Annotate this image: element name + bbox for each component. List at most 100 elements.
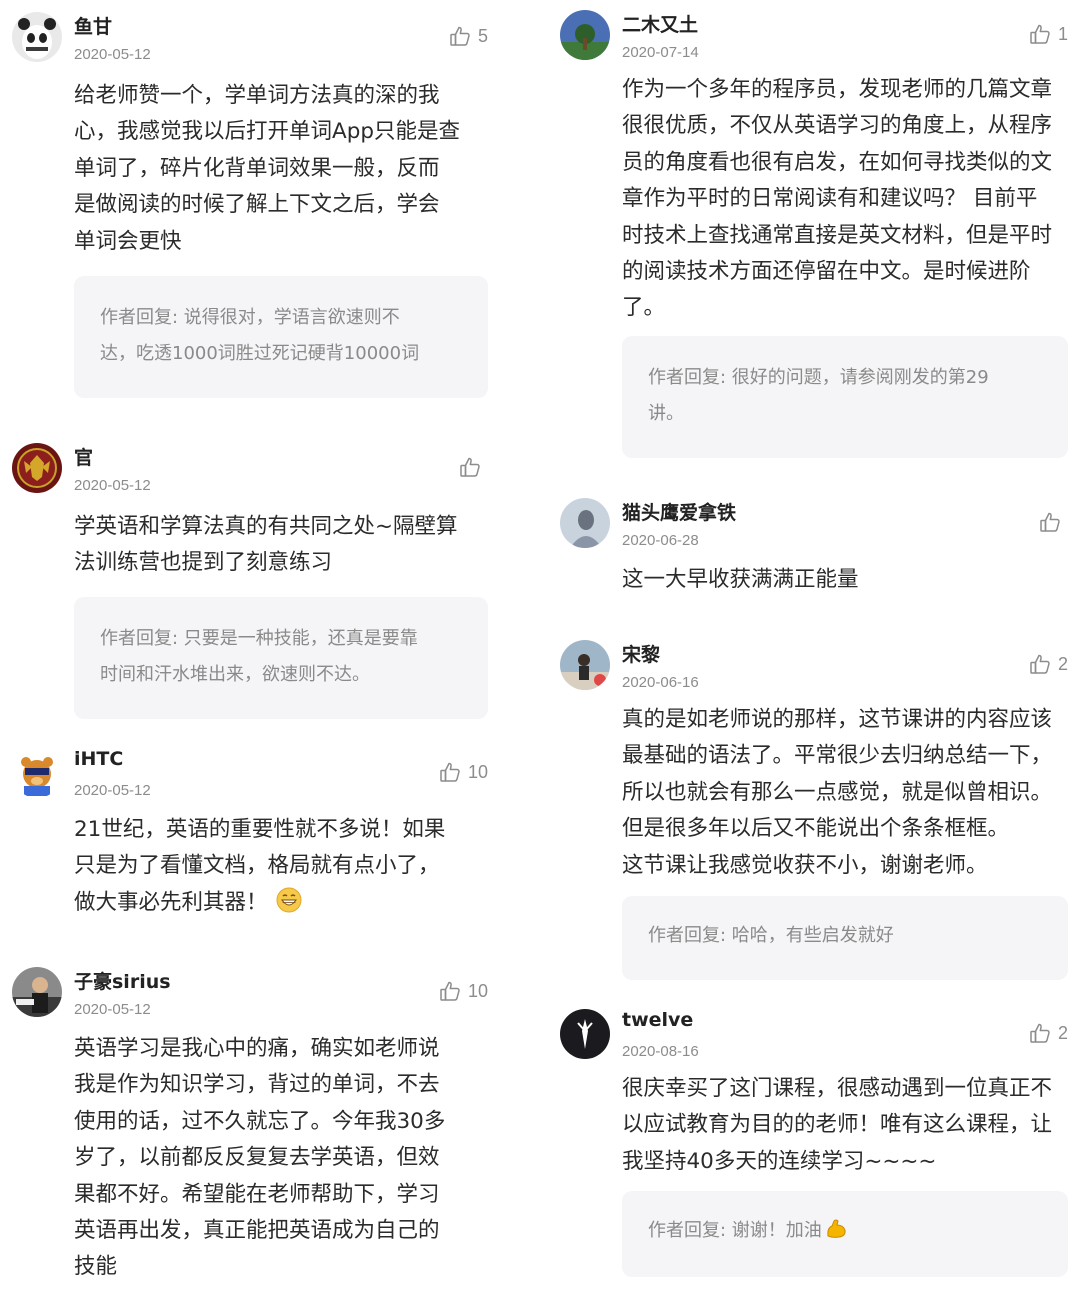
reply-line: 达，吃透1000词胜过死记硬背10000词 <box>100 343 420 364</box>
comment-text: 这一大早收获满满正能量 <box>622 562 859 598</box>
reply-line: 作者回复: 只要是一种技能，还真是要靠 <box>100 628 418 649</box>
comment-line: 做大事必先利其器！ <box>74 885 445 925</box>
comment-date: 2020-05-12 <box>74 477 151 494</box>
comment-date: 2020-05-12 <box>74 1001 151 1018</box>
author-reply: 作者回复: 谢谢！加油 <box>622 1191 1068 1277</box>
comment-line: 这一大早收获满满正能量 <box>622 567 859 592</box>
thumbs-up-icon <box>438 760 462 784</box>
comment-line: 我是作为知识学习，背过的单词，不去 <box>74 1072 440 1098</box>
comment-line: 果都不好。希望能在老师帮助下，学习 <box>74 1181 440 1207</box>
avatar[interactable] <box>12 443 62 493</box>
thumbs-up-icon <box>1028 652 1052 676</box>
comment-line: 法训练营也提到了刻意练习 <box>74 550 333 576</box>
avatar[interactable] <box>560 10 610 60</box>
author-reply: 作者回复: 很好的问题，请参阅刚发的第29 讲。 <box>622 336 1068 458</box>
comment-text: 很庆幸买了这门课程，很感动遇到一位真正不 以应试教育为目的的老师！唯有这么课程，… <box>622 1071 1052 1180</box>
comment-line: 21世纪，英语的重要性就不多说！如果 <box>74 817 446 842</box>
comment-line: 英语再出发，真正能把英语成为自己的 <box>74 1218 440 1244</box>
comment-text: 作为一个多年的程序员，发现老师的几篇文章 很很优质，不仅从英语学习的角度上，从程… <box>622 72 1052 327</box>
thumbs-up-icon <box>1028 22 1052 46</box>
like-count: 2 <box>1058 653 1069 674</box>
comment-date: 2020-05-12 <box>74 46 151 63</box>
reply-line: 作者回复: 哈哈，有些启发就好 <box>648 925 894 946</box>
username[interactable]: 宋黎 <box>622 640 660 667</box>
comment-date: 2020-06-16 <box>622 674 699 691</box>
like-button[interactable]: 10 <box>438 979 488 1003</box>
avatar[interactable] <box>560 498 610 548</box>
comment-line: 但是很多年以后又不能说出个条条框框。 <box>622 816 1010 842</box>
flexed-biceps-emoji-icon <box>824 1216 848 1253</box>
comment-text: 给老师赞一个，学单词方法真的深的我 心，我感觉我以后打开单词App只能是查 单词… <box>74 78 460 260</box>
avatar[interactable] <box>560 1009 610 1059</box>
like-button[interactable]: 5 <box>448 24 488 48</box>
reply-line: 作者回复: 谢谢！加油 <box>648 1213 1042 1253</box>
reply-line: 讲。 <box>648 403 684 424</box>
reply-line: 时间和汗水堆出来，欲速则不达。 <box>100 664 370 685</box>
like-button[interactable]: 1 <box>1028 22 1068 46</box>
comment-line: 了。 <box>622 295 666 321</box>
comment-line: 很庆幸买了这门课程，很感动遇到一位真正不 <box>622 1076 1053 1101</box>
comment-text: 真的是如老师说的那样，这节课讲的内容应该 最基础的语法了。平常很少去归纳总结一下… <box>622 702 1052 884</box>
comment-line: 学英语和学算法真的有共同之处~隔壁算 <box>74 514 458 539</box>
comment-line: 单词了，碎片化背单词效果一般，反而 <box>74 155 440 181</box>
comment-date: 2020-07-14 <box>622 44 699 61</box>
username[interactable]: 猫头鹰爱拿铁 <box>622 498 736 525</box>
comment-line: 章作为平时的日常阅读有和建议吗？ 目前平 <box>622 186 1038 212</box>
comment-line: 以应试教育为目的的老师！唯有这么课程，让 <box>622 1112 1053 1138</box>
comment-line: 是做阅读的时候了解上下文之后，学会 <box>74 192 440 218</box>
like-button[interactable]: 2 <box>1028 1021 1068 1045</box>
author-reply: 作者回复: 说得很对，学语言欲速则不 达，吃透1000词胜过死记硬背10000词 <box>74 276 488 398</box>
reply-line-text: 作者回复: 谢谢！加油 <box>648 1220 822 1241</box>
comment-line: 给老师赞一个，学单词方法真的深的我 <box>74 83 440 108</box>
username[interactable]: 二木又土 <box>622 10 698 37</box>
grinning-emoji-icon <box>276 887 302 925</box>
username[interactable]: 子豪sirius <box>74 967 171 994</box>
thumbs-up-icon <box>438 979 462 1003</box>
comment-line: 的阅读技术方面还停留在中文。是时候进阶 <box>622 259 1031 285</box>
like-count: 10 <box>468 980 489 1001</box>
comment-line: 员的角度看也很有启发，在如何寻找类似的文 <box>622 149 1053 175</box>
comment-line: 很很优质，不仅从英语学习的角度上，从程序 <box>622 113 1053 139</box>
like-button[interactable] <box>458 455 488 479</box>
comment-text: 学英语和学算法真的有共同之处~隔壁算 法训练营也提到了刻意练习 <box>74 509 458 582</box>
thumbs-up-icon <box>458 455 482 479</box>
thumbs-up-icon <box>448 24 472 48</box>
thumbs-up-icon <box>1038 510 1062 534</box>
like-count: 5 <box>478 25 489 46</box>
like-button[interactable]: 10 <box>438 760 488 784</box>
like-count: 10 <box>468 761 489 782</box>
comment-line: 我坚持40多天的连续学习~~~~ <box>622 1148 937 1174</box>
like-count: 2 <box>1058 1022 1069 1043</box>
like-button[interactable] <box>1038 510 1068 534</box>
reply-line: 作者回复: 说得很对，学语言欲速则不 <box>100 307 400 328</box>
comment-line: 这节课让我感觉收获不小，谢谢老师。 <box>622 852 988 878</box>
avatar[interactable] <box>12 967 62 1017</box>
comment-line: 真的是如老师说的那样，这节课讲的内容应该 <box>622 707 1053 732</box>
username[interactable]: 鱼甘 <box>74 12 112 39</box>
avatar[interactable] <box>12 12 62 62</box>
comment-date: 2020-05-12 <box>74 782 151 799</box>
like-button[interactable]: 2 <box>1028 652 1068 676</box>
comment-line: 所以也就会有那么一点感觉，就是似曾相识。 <box>622 779 1053 805</box>
comment-line-text: 做大事必先利其器！ <box>74 889 268 915</box>
comment-text: 21世纪，英语的重要性就不多说！如果 只是为了看懂文档，格局就有点小了， 做大事… <box>74 812 445 925</box>
username[interactable]: 官 <box>74 443 93 470</box>
comment-line: 时技术上查找通常直接是英文材料，但是平时 <box>622 222 1053 248</box>
username[interactable]: iHTC <box>74 748 123 770</box>
avatar[interactable] <box>560 640 610 690</box>
comment-line: 最基础的语法了。平常很少去归纳总结一下， <box>622 743 1053 769</box>
avatar[interactable] <box>12 748 62 798</box>
comment-line: 心，我感觉我以后打开单词App只能是查 <box>74 119 461 145</box>
thumbs-up-icon <box>1028 1021 1052 1045</box>
like-count: 1 <box>1058 23 1069 44</box>
author-reply: 作者回复: 只要是一种技能，还真是要靠 时间和汗水堆出来，欲速则不达。 <box>74 597 488 719</box>
comment-line: 使用的话，过不久就忘了。今年我30多 <box>74 1108 446 1134</box>
reply-line: 作者回复: 很好的问题，请参阅刚发的第29 <box>648 367 989 388</box>
author-reply: 作者回复: 哈哈，有些启发就好 <box>622 896 1068 980</box>
username[interactable]: twelve <box>622 1009 693 1031</box>
comment-line: 岁了，以前都反反复复去学英语，但效 <box>74 1145 440 1171</box>
comment-line: 只是为了看懂文档，格局就有点小了， <box>74 853 440 879</box>
comment-date: 2020-06-28 <box>622 532 699 549</box>
comment-line: 英语学习是我心中的痛，确实如老师说 <box>74 1036 440 1061</box>
comment-text: 英语学习是我心中的痛，确实如老师说 我是作为知识学习，背过的单词，不去 使用的话… <box>74 1031 445 1286</box>
